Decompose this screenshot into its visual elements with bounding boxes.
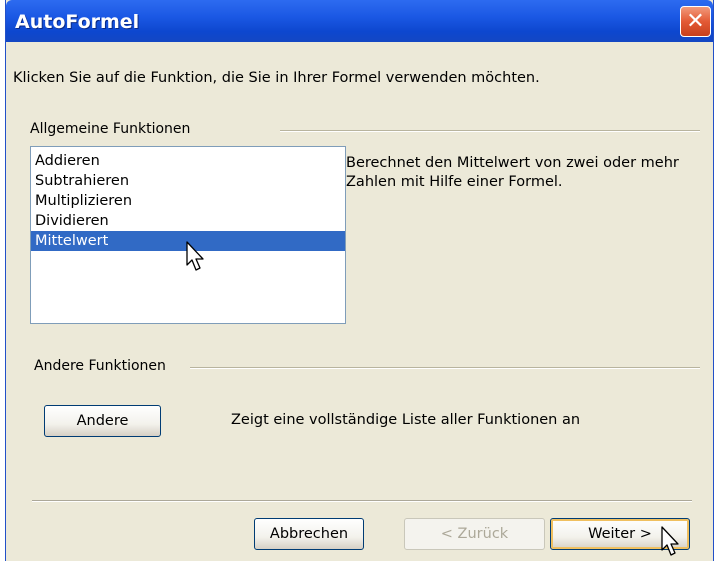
function-description: Berechnet den Mittelwert von zwei oder m… [346, 155, 679, 190]
cancel-button[interactable]: Abbrechen [254, 518, 364, 550]
andere-button[interactable]: Andere [44, 405, 161, 437]
close-icon: ✕ [686, 9, 705, 34]
footer-divider [32, 500, 692, 502]
general-group-divider [280, 130, 700, 132]
list-item-dividieren[interactable]: Dividieren [31, 211, 345, 231]
list-item-multiplizieren[interactable]: Multiplizieren [31, 191, 345, 211]
close-button[interactable]: ✕ [680, 6, 711, 37]
function-listbox[interactable]: Addieren Subtrahieren Multiplizieren Dividi… [30, 146, 346, 324]
general-functions-label: Allgemeine Funktionen [30, 121, 191, 137]
back-button: < Zurück [404, 518, 545, 550]
other-functions-label: Andere Funktionen [34, 358, 166, 374]
other-group-divider [190, 367, 700, 369]
autoformel-dialog: AutoFormel ✕ Klicken Sie auf die Funktio… [5, 0, 714, 561]
other-functions-description: Zeigt eine vollständige Liste aller Funk… [231, 412, 581, 428]
intro-text: Klicken Sie auf die Funktion, die Sie in… [13, 70, 540, 86]
list-item-subtrahieren[interactable]: Subtrahieren [31, 171, 345, 191]
next-button[interactable]: Weiter > [550, 518, 690, 550]
list-item-mittelwert[interactable]: Mittelwert [31, 231, 345, 251]
window-title: AutoFormel [15, 11, 140, 33]
title-bar[interactable]: AutoFormel ✕ [6, 0, 713, 42]
list-item-addieren[interactable]: Addieren [31, 151, 345, 171]
